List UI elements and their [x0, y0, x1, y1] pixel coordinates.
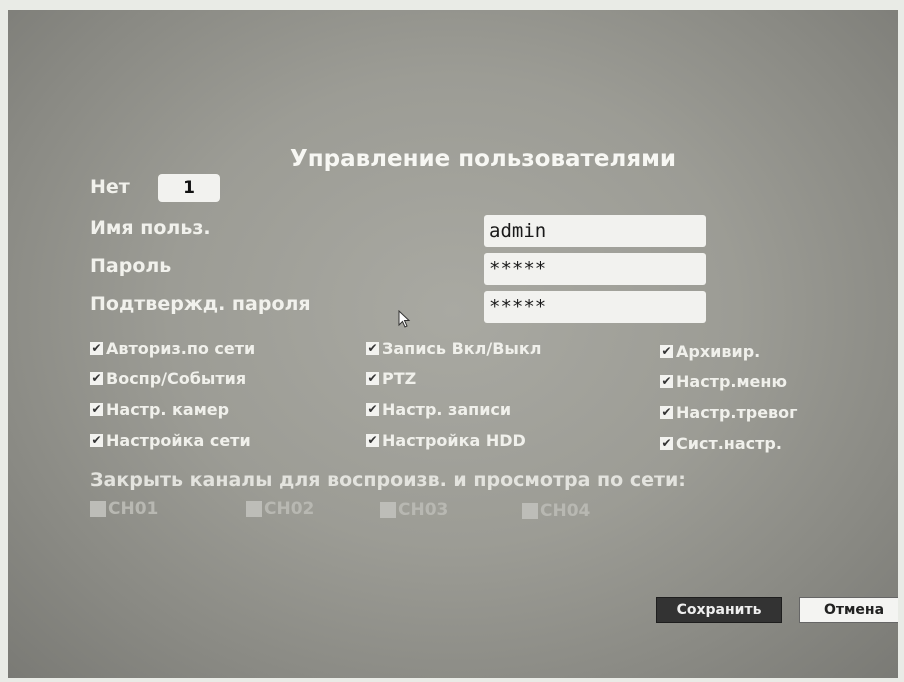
- perm-label: Настр. записи: [382, 400, 512, 419]
- user-number-field[interactable]: 1: [158, 174, 220, 202]
- perm-label: Настр. камер: [106, 400, 230, 419]
- username-label: Имя польз.: [90, 217, 211, 239]
- perm-system-settings-checkbox[interactable]: ✔ Сист.настр.: [660, 434, 782, 453]
- password-field[interactable]: *****: [484, 253, 706, 285]
- perm-playback-events-checkbox[interactable]: ✔ Воспр/События: [90, 369, 246, 388]
- perm-label: Настр.меню: [676, 372, 788, 391]
- perm-menu-settings-checkbox[interactable]: ✔ Настр.меню: [660, 372, 787, 391]
- checkbox-icon: [380, 502, 396, 518]
- perm-archive-checkbox[interactable]: ✔ Архивир.: [660, 342, 760, 361]
- channel-label: CH04: [540, 501, 591, 521]
- channel-ch03-checkbox[interactable]: CH03: [380, 500, 448, 520]
- channel-ch01-checkbox[interactable]: CH01: [90, 499, 158, 519]
- checkmark-icon: ✔: [90, 402, 103, 416]
- close-channels-label: Закрыть каналы для воспроизв. и просмотр…: [90, 469, 686, 491]
- perm-hdd-settings-checkbox[interactable]: ✔ Настройка HDD: [366, 431, 526, 450]
- checkbox-icon: [246, 501, 262, 517]
- perm-record-settings-checkbox[interactable]: ✔ Настр. записи: [366, 400, 511, 419]
- perm-label: PTZ: [382, 369, 417, 388]
- perm-label: Сист.настр.: [676, 434, 782, 453]
- confirm-password-field[interactable]: *****: [484, 291, 706, 323]
- checkbox-icon: [90, 501, 106, 517]
- perm-label: Запись Вкл/Выкл: [382, 339, 542, 358]
- channel-ch02-checkbox[interactable]: CH02: [246, 499, 314, 519]
- page-title: Управление пользователями: [290, 146, 677, 172]
- checkmark-icon: ✔: [366, 371, 379, 385]
- perm-ptz-checkbox[interactable]: ✔ PTZ: [366, 369, 416, 388]
- dvr-screen: Управление пользователями Нет 1 Имя поль…: [8, 10, 898, 678]
- save-button[interactable]: Сохранить: [656, 597, 782, 623]
- channel-label: CH01: [108, 499, 159, 519]
- perm-label: Архивир.: [676, 342, 761, 361]
- perm-label: Настройка сети: [106, 431, 251, 450]
- perm-record-toggle-checkbox[interactable]: ✔ Запись Вкл/Выкл: [366, 339, 541, 358]
- checkmark-icon: ✔: [660, 405, 673, 419]
- perm-label: Воспр/События: [106, 369, 247, 388]
- channel-ch04-checkbox[interactable]: CH04: [522, 501, 590, 521]
- confirm-password-label: Подтвержд. пароля: [90, 293, 311, 315]
- checkmark-icon: ✔: [90, 371, 103, 385]
- checkmark-icon: ✔: [660, 344, 673, 358]
- checkmark-icon: ✔: [660, 374, 673, 388]
- channel-label: CH02: [264, 499, 315, 519]
- checkmark-icon: ✔: [366, 402, 379, 416]
- checkmark-icon: ✔: [366, 341, 379, 355]
- perm-label: Настройка HDD: [382, 431, 526, 450]
- perm-alarm-settings-checkbox[interactable]: ✔ Настр.тревог: [660, 403, 798, 422]
- cancel-button[interactable]: Отмена: [799, 597, 898, 623]
- channel-label: CH03: [398, 500, 449, 520]
- password-label: Пароль: [90, 255, 172, 277]
- perm-label: Авториз.по сети: [106, 339, 256, 358]
- mouse-pointer-icon: [398, 310, 411, 328]
- checkmark-icon: ✔: [660, 436, 673, 450]
- username-field[interactable]: admin: [484, 215, 706, 247]
- checkbox-icon: [522, 503, 538, 519]
- perm-label: Настр.тревог: [676, 403, 798, 422]
- perm-network-settings-checkbox[interactable]: ✔ Настройка сети: [90, 431, 251, 450]
- perm-camera-settings-checkbox[interactable]: ✔ Настр. камер: [90, 400, 229, 419]
- checkmark-icon: ✔: [90, 433, 103, 447]
- perm-network-auth-checkbox[interactable]: ✔ Авториз.по сети: [90, 339, 255, 358]
- user-number-label: Нет: [90, 176, 130, 198]
- checkmark-icon: ✔: [366, 433, 379, 447]
- checkmark-icon: ✔: [90, 341, 103, 355]
